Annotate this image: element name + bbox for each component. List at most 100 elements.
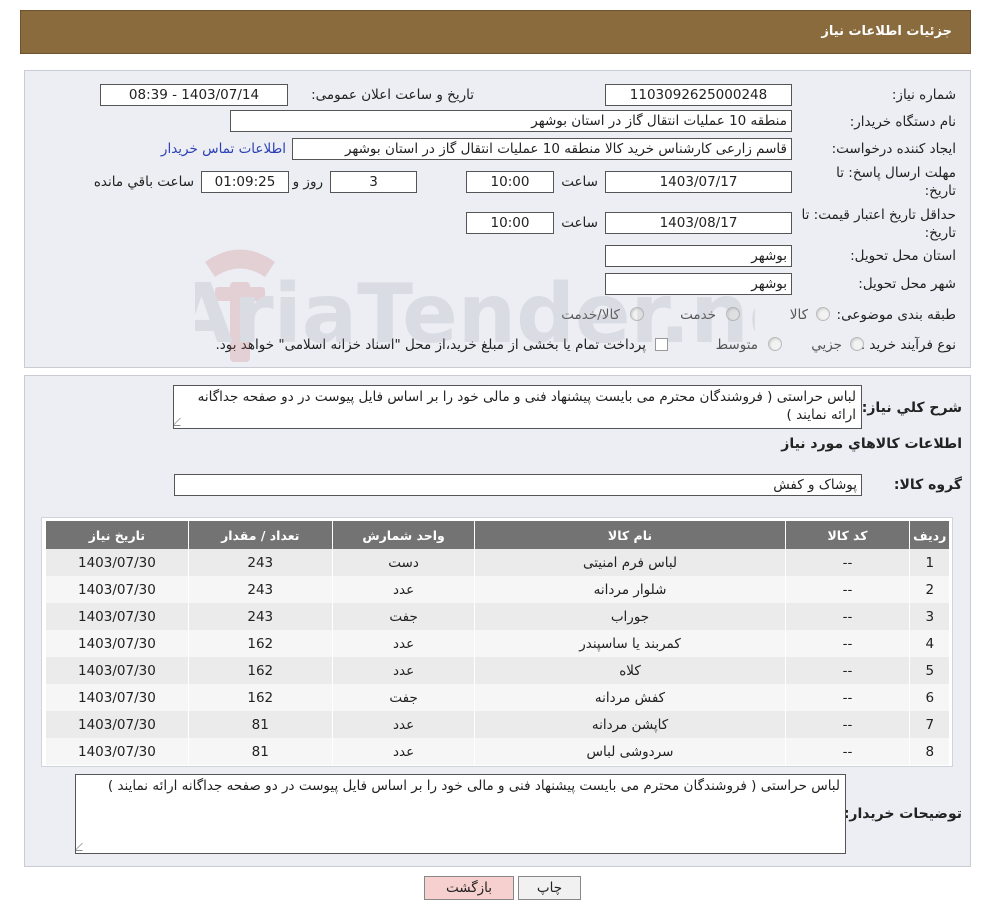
process-medium-radio[interactable] <box>768 337 782 351</box>
cell-item-code: -- <box>784 549 910 576</box>
description-textarea[interactable]: لباس حراستی ( فروشندگان محترم می بایست پ… <box>173 385 862 429</box>
validity-time-field[interactable]: 10:00 <box>466 212 554 234</box>
announce-datetime-field[interactable]: 1403/07/14 - 08:39 <box>100 84 288 106</box>
deadline-date-field[interactable]: 1403/07/17 <box>605 171 792 193</box>
category-service-radio[interactable] <box>726 307 740 321</box>
goods-group-field[interactable]: پوشاک و کفش <box>174 474 862 496</box>
validity-label-line1: حداقل تاریخ اعتبار قیمت: تا <box>801 207 956 223</box>
cell-row-number: 3 <box>909 603 949 630</box>
validity-label-line2: تاریخ: <box>924 225 956 241</box>
table-row: 8 -- سردوشی لباس عدد 81 1403/07/30 <box>45 738 949 765</box>
page-title: جزئیات اطلاعات نیاز <box>821 24 952 39</box>
cell-item-code: -- <box>784 738 910 765</box>
buyer-org-field[interactable]: منطقه 10 عملیات انتقال گاز در استان بوشه… <box>230 110 792 132</box>
cell-row-number: 8 <box>909 738 949 765</box>
cell-item-name: جوراب <box>474 603 786 630</box>
cell-item-code: -- <box>784 711 910 738</box>
cell-need-date: 1403/07/30 <box>45 603 189 630</box>
table-row: 1 -- لباس فرم امنیتی دست 243 1403/07/30 <box>45 549 949 576</box>
cell-item-name: شلوار مردانه <box>474 576 786 603</box>
col-item-code: کد کالا <box>784 521 910 549</box>
cell-unit: عدد <box>331 711 475 738</box>
cell-unit: عدد <box>331 630 475 657</box>
creator-field[interactable]: قاسم زارعی کارشناس خرید کالا منطقه 10 عم… <box>292 138 792 160</box>
buyer-notes-label: توضیحات خریدار: <box>843 806 962 822</box>
cell-row-number: 7 <box>909 711 949 738</box>
page-header: جزئیات اطلاعات نیاز <box>20 10 971 54</box>
cell-need-date: 1403/07/30 <box>45 711 189 738</box>
category-label: طبقه بندی موضوعی: <box>836 307 956 323</box>
creator-label: ایجاد کننده درخواست: <box>831 141 956 157</box>
cell-unit: عدد <box>331 738 475 765</box>
remaining-time-label: ساعت باقي مانده <box>93 174 194 190</box>
cell-unit: عدد <box>331 657 475 684</box>
buyer-contact-link[interactable]: اطلاعات تماس خریدار <box>161 141 286 157</box>
goods-panel: شرح کلي نیاز: لباس حراستی ( فروشندگان مح… <box>24 375 971 867</box>
cell-need-date: 1403/07/30 <box>45 657 189 684</box>
cell-item-name: کفش مردانه <box>474 684 786 711</box>
back-button[interactable]: بازگشت <box>424 876 514 900</box>
remaining-time-field[interactable]: 01:09:25 <box>201 171 289 193</box>
province-label: استان محل تحویل: <box>850 248 956 264</box>
cell-item-name: لباس فرم امنیتی <box>474 549 786 576</box>
resize-grip-icon[interactable] <box>174 418 188 426</box>
table-row: 2 -- شلوار مردانه عدد 243 1403/07/30 <box>45 576 949 603</box>
province-field[interactable]: بوشهر <box>605 245 792 267</box>
goods-table-container: ردیف کد کالا نام کالا واحد شمارش تعداد /… <box>41 517 953 767</box>
cell-need-date: 1403/07/30 <box>45 630 189 657</box>
cell-item-name: کاپشن مردانه <box>474 711 786 738</box>
buyer-notes-textarea[interactable]: لباس حراستی ( فروشندگان محترم می بایست پ… <box>75 774 846 854</box>
cell-unit: جفت <box>331 603 475 630</box>
goods-table: ردیف کد کالا نام کالا واحد شمارش تعداد /… <box>45 521 949 765</box>
process-minor-label: جزیي <box>811 337 842 353</box>
cell-row-number: 5 <box>909 657 949 684</box>
request-details-panel: شماره نیاز: 1103092625000248 تاریخ و ساع… <box>24 70 971 368</box>
category-goods-service-label: کالا/خدمت <box>561 307 620 323</box>
treasury-payment-note: پرداخت تمام یا بخشی از مبلغ خرید،از محل … <box>215 337 646 353</box>
cell-quantity: 243 <box>187 576 333 603</box>
category-goods-service-radio[interactable] <box>630 307 644 321</box>
city-field[interactable]: بوشهر <box>605 273 792 295</box>
goods-table-header: ردیف کد کالا نام کالا واحد شمارش تعداد /… <box>45 521 949 549</box>
cell-unit: دست <box>331 549 475 576</box>
cell-item-code: -- <box>784 630 910 657</box>
cell-quantity: 81 <box>187 711 333 738</box>
category-goods-radio[interactable] <box>816 307 830 321</box>
cell-quantity: 243 <box>187 603 333 630</box>
cell-row-number: 4 <box>909 630 949 657</box>
deadline-label-line1: مهلت ارسال پاسخ: تا <box>836 165 956 181</box>
cell-item-code: -- <box>784 684 910 711</box>
col-unit: واحد شمارش <box>331 521 475 549</box>
process-medium-label: متوسط <box>715 337 758 353</box>
buyer-notes-text: لباس حراستی ( فروشندگان محترم می بایست پ… <box>107 778 840 794</box>
cell-item-code: -- <box>784 657 910 684</box>
days-remaining-field[interactable]: 3 <box>330 171 417 193</box>
deadline-time-field[interactable]: 10:00 <box>466 171 554 193</box>
description-text: لباس حراستی ( فروشندگان محترم می بایست پ… <box>197 389 856 423</box>
cell-quantity: 162 <box>187 630 333 657</box>
cell-quantity: 81 <box>187 738 333 765</box>
resize-grip-icon[interactable] <box>76 843 90 851</box>
city-label: شهر محل تحویل: <box>858 276 956 292</box>
cell-unit: جفت <box>331 684 475 711</box>
process-minor-radio[interactable] <box>850 337 864 351</box>
col-row-number: ردیف <box>909 521 949 549</box>
validity-date-field[interactable]: 1403/08/17 <box>605 212 792 234</box>
table-row: 5 -- کلاه عدد 162 1403/07/30 <box>45 657 949 684</box>
cell-item-name: کمربند یا ساسپندر <box>474 630 786 657</box>
table-row: 6 -- کفش مردانه جفت 162 1403/07/30 <box>45 684 949 711</box>
cell-item-code: -- <box>784 603 910 630</box>
treasury-payment-checkbox[interactable] <box>655 338 668 351</box>
cell-need-date: 1403/07/30 <box>45 549 189 576</box>
cell-need-date: 1403/07/30 <box>45 738 189 765</box>
goods-section-title: اطلاعات کالاهاي مورد نیاز <box>781 436 962 452</box>
cell-need-date: 1403/07/30 <box>45 576 189 603</box>
cell-unit: عدد <box>331 576 475 603</box>
cell-quantity: 162 <box>187 657 333 684</box>
validity-time-label: ساعت <box>561 215 598 231</box>
cell-need-date: 1403/07/30 <box>45 684 189 711</box>
print-button[interactable]: چاپ <box>518 876 581 900</box>
need-number-field[interactable]: 1103092625000248 <box>605 84 792 106</box>
goods-table-body: 1 -- لباس فرم امنیتی دست 243 1403/07/30 2 -- شلو… <box>45 549 949 765</box>
table-row: 3 -- جوراب جفت 243 1403/07/30 <box>45 603 949 630</box>
